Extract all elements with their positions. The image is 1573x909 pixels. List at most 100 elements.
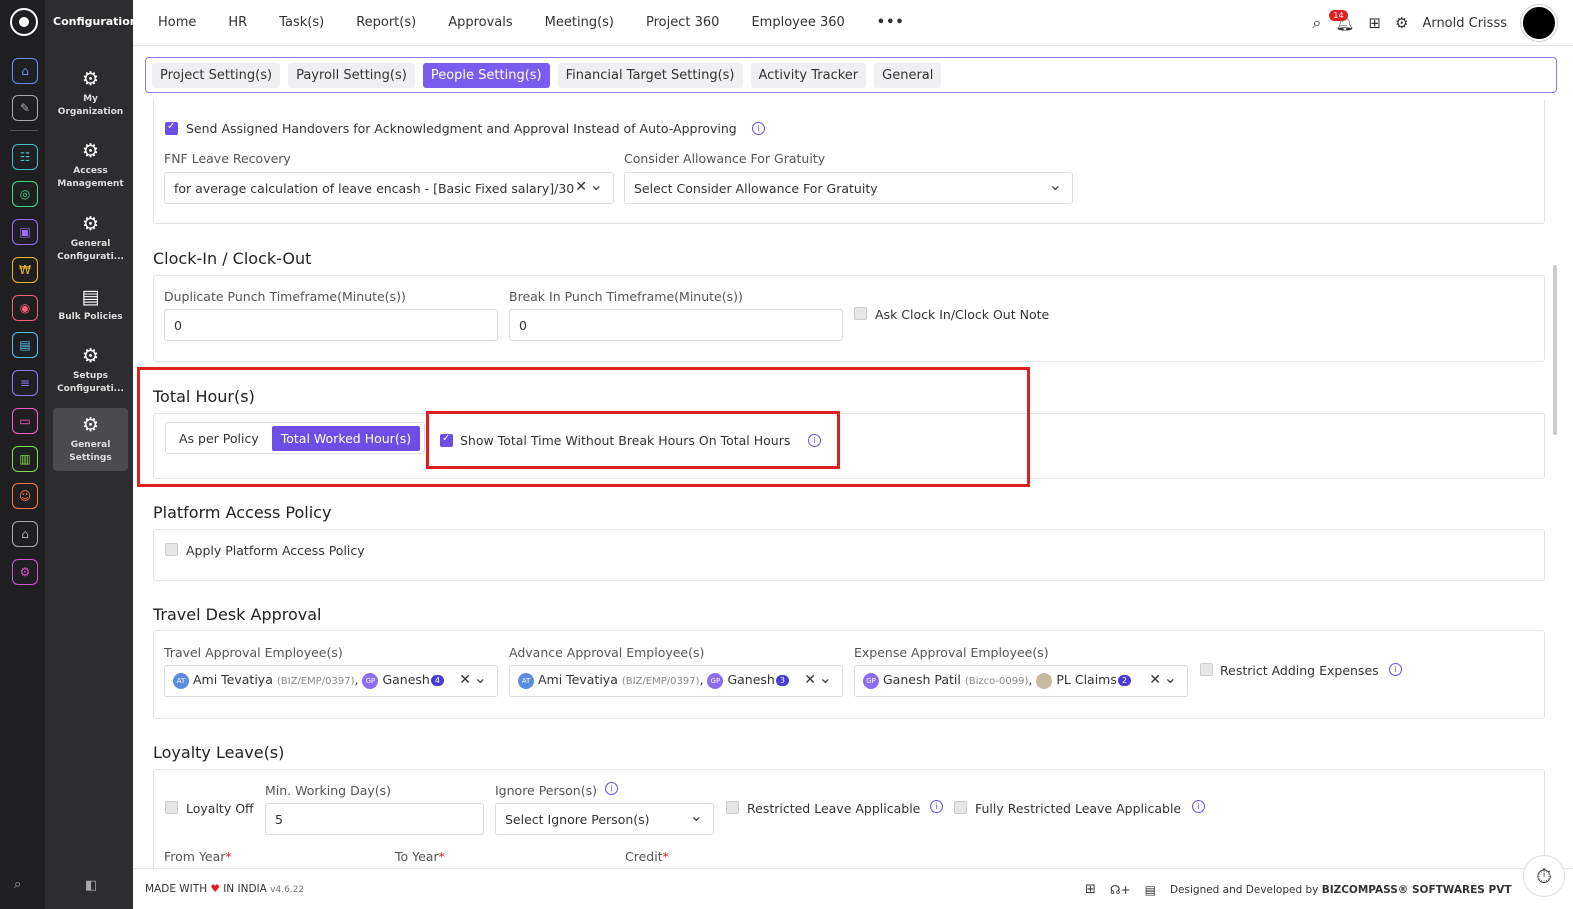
- document-module-icon[interactable]: ▥: [12, 446, 38, 472]
- sidebar-item-bulk-policies[interactable]: ▤ Bulk Policies: [53, 286, 128, 324]
- briefcase-module-icon[interactable]: ▣: [12, 219, 38, 245]
- nav-hr[interactable]: HR: [228, 15, 247, 30]
- nav-employee-360[interactable]: Employee 360: [751, 15, 844, 30]
- clear-icon[interactable]: ✕: [575, 179, 587, 195]
- org-gear-icon: ⚙: [81, 68, 100, 90]
- ignore-persons-select[interactable]: Select Ignore Person(s): [495, 803, 714, 835]
- clear-icon[interactable]: ✕: [804, 672, 816, 688]
- search-icon[interactable]: ⌕: [1312, 13, 1321, 33]
- user-name[interactable]: Arnold Crisss: [1422, 16, 1507, 31]
- windows-icon[interactable]: ⊞: [1085, 882, 1096, 897]
- advance-approval-label: Advance Approval Employee(s): [509, 645, 705, 660]
- nav-more-icon[interactable]: •••: [877, 15, 905, 30]
- restrict-adding-expenses-checkbox[interactable]: [1200, 663, 1213, 676]
- wallet-module-icon[interactable]: ₩: [12, 257, 38, 283]
- avatar: GP: [707, 672, 724, 689]
- sidebar-item-access-management[interactable]: ⚙ Access Management: [53, 140, 128, 191]
- info-icon[interactable]: i: [605, 782, 618, 795]
- monitor-module-icon[interactable]: ▭: [12, 408, 38, 434]
- designed-by-text: Designed and Developed by BIZCOMPASS® SO…: [1169, 883, 1512, 896]
- app-logo-icon[interactable]: [10, 8, 38, 36]
- tasks-module-icon[interactable]: ≡: [12, 370, 38, 396]
- sidebar-item-my-organization[interactable]: ⚙ My Organization: [53, 68, 128, 119]
- info-icon[interactable]: i: [752, 122, 765, 135]
- tab-general[interactable]: General: [874, 62, 942, 88]
- tab-activity-tracker[interactable]: Activity Tracker: [750, 62, 867, 88]
- break-in-punch-input[interactable]: 0: [509, 309, 843, 341]
- clock-section-title: Clock-In / Clock-Out: [153, 249, 312, 268]
- gratuity-allowance-label: Consider Allowance For Gratuity: [624, 151, 826, 166]
- min-working-days-input[interactable]: 5: [265, 803, 484, 835]
- avatar: AT: [518, 672, 534, 689]
- people-module-icon[interactable]: ☷: [12, 144, 38, 170]
- count-badge: 2: [1117, 675, 1131, 686]
- tab-financial-target-settings[interactable]: Financial Target Setting(s): [557, 62, 743, 88]
- from-year-label: From Year*: [164, 849, 232, 864]
- expense-approval-select[interactable]: GP Ganesh Patil (Bizco-0099), PL Claims 2 …: [854, 665, 1188, 697]
- restricted-leave-label: Restricted Leave Applicable: [747, 801, 921, 816]
- info-icon[interactable]: i: [1192, 800, 1205, 813]
- tab-payroll-settings[interactable]: Payroll Setting(s): [288, 62, 415, 88]
- sidebar-title: Configuration: [53, 15, 138, 28]
- apply-platform-policy-checkbox[interactable]: [165, 543, 178, 556]
- person-module-icon[interactable]: ☺: [12, 483, 38, 509]
- home-module-icon[interactable]: ⌂: [12, 58, 38, 84]
- settings-gear-icon[interactable]: ⚙: [1395, 14, 1408, 32]
- org-gear-icon: ⚙: [81, 414, 100, 436]
- info-icon[interactable]: i: [1389, 663, 1402, 676]
- building-module-icon[interactable]: ⌂: [12, 521, 38, 547]
- min-working-days-label: Min. Working Day(s): [265, 783, 392, 798]
- clear-icon[interactable]: ✕: [459, 672, 471, 688]
- to-year-label: To Year*: [395, 849, 445, 864]
- sidebar-item-label: General Settings: [69, 440, 112, 463]
- nav-home[interactable]: Home: [158, 15, 196, 30]
- duplicate-punch-input[interactable]: 0: [164, 309, 498, 341]
- platform-section-title: Platform Access Policy: [153, 503, 332, 522]
- headset-add-icon[interactable]: ☊+: [1110, 883, 1131, 897]
- tab-project-settings[interactable]: Project Setting(s): [152, 62, 281, 88]
- ignore-persons-label: Ignore Person(s): [495, 783, 597, 798]
- goal-module-icon[interactable]: ◉: [12, 295, 38, 321]
- apps-grid-icon[interactable]: ⊞: [1368, 14, 1381, 32]
- sidebar-item-general-settings[interactable]: ⚙ General Settings: [53, 408, 128, 471]
- settings-content: Send Assigned Handovers for Acknowledgme…: [133, 100, 1553, 868]
- pin-module-icon[interactable]: ✎: [12, 95, 38, 121]
- fnf-leave-recovery-select[interactable]: for average calculation of leave encash …: [164, 172, 614, 204]
- ask-clock-note-checkbox[interactable]: [854, 307, 867, 320]
- nav-reports[interactable]: Report(s): [356, 15, 416, 30]
- notification-bell-icon[interactable]: 🔔︎ 14: [1329, 10, 1354, 32]
- restricted-leave-checkbox[interactable]: [726, 801, 739, 814]
- info-icon[interactable]: i: [930, 800, 943, 813]
- advance-approval-select[interactable]: AT Ami Tevatiya (BIZ/EMP/0397), GP Ganesh 3…: [509, 665, 843, 697]
- settings-tabs: Project Setting(s) Payroll Setting(s) Pe…: [145, 57, 1557, 93]
- calendar-module-icon[interactable]: ▤: [12, 332, 38, 358]
- stopwatch-icon[interactable]: ⏱︎: [1523, 855, 1565, 897]
- send-assigned-handovers-checkbox[interactable]: [165, 121, 178, 135]
- user-avatar[interactable]: [1521, 5, 1557, 41]
- target-module-icon[interactable]: ◎: [12, 181, 38, 207]
- sidebar-item-setups-configuration[interactable]: ⚙ Setups Configurati...: [53, 345, 128, 396]
- document-icon[interactable]: ▤: [1145, 883, 1156, 897]
- clear-icon[interactable]: ✕: [1149, 672, 1161, 688]
- nav-project-360[interactable]: Project 360: [646, 15, 719, 30]
- sidebar: Configuration ⚙ My Organization ⚙ Access…: [45, 0, 138, 909]
- heart-icon: ♥: [210, 883, 220, 895]
- nav-meetings[interactable]: Meeting(s): [545, 15, 614, 30]
- notification-count-badge: 14: [1329, 10, 1348, 21]
- search-icon[interactable]: ⌕: [14, 877, 21, 892]
- settings-module-icon[interactable]: ⚙: [12, 559, 38, 585]
- nav-tasks[interactable]: Task(s): [279, 15, 324, 30]
- collapse-sidebar-icon[interactable]: ◧: [85, 878, 97, 893]
- fnf-leave-recovery-label: FNF Leave Recovery: [164, 151, 291, 166]
- scrollbar[interactable]: [1553, 265, 1557, 435]
- tab-people-settings[interactable]: People Setting(s): [422, 62, 550, 88]
- nav-approvals[interactable]: Approvals: [448, 15, 512, 30]
- loyalty-off-checkbox[interactable]: [165, 801, 178, 814]
- travel-approval-select[interactable]: AT Ami Tevatiya (BIZ/EMP/0397), GP Ganesh 4…: [164, 665, 498, 697]
- sidebar-item-general-configuration[interactable]: ⚙ General Configurati...: [53, 213, 128, 264]
- fully-restricted-leave-checkbox[interactable]: [954, 801, 967, 814]
- gratuity-allowance-select[interactable]: Select Consider Allowance For Gratuity: [624, 172, 1073, 204]
- highlight-box-show-total-time: [426, 411, 840, 469]
- sidebar-item-label: Access Management: [57, 166, 124, 189]
- fully-restricted-leave-label: Fully Restricted Leave Applicable: [975, 801, 1182, 816]
